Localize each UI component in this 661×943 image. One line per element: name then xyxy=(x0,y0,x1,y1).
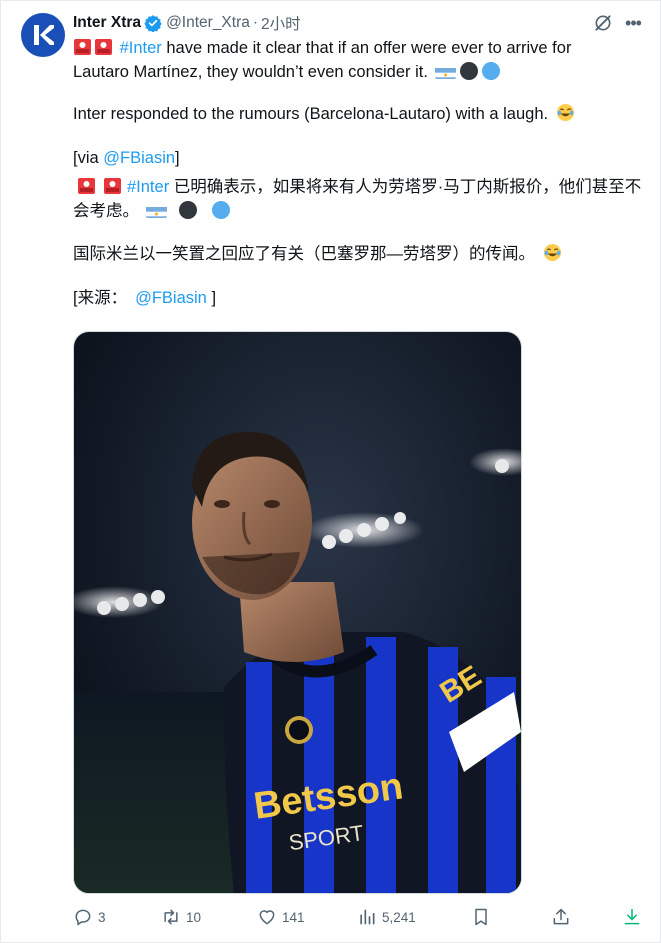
tweet-text: Inter responded to the rumours (Barcelon… xyxy=(73,105,549,123)
tweet-text: ] xyxy=(175,149,180,167)
tweet-text: 已明确表示，如果将来有人为劳塔罗·马丁内斯报价，他们甚至不 xyxy=(169,178,642,196)
tweet-text-line: 会考虑。 xyxy=(73,199,653,223)
laughing-emoji xyxy=(556,103,575,122)
siren-emoji xyxy=(77,177,96,195)
blue-circle-emoji xyxy=(481,62,500,80)
tweet-text: Lautaro Martínez, they wouldn’t even con… xyxy=(73,63,428,81)
black-circle-emoji xyxy=(459,62,478,80)
download-icon xyxy=(624,908,640,925)
tweet-text: [来源： xyxy=(73,289,128,307)
avatar-logo-icon xyxy=(34,25,54,45)
like-count: 141 xyxy=(282,909,305,925)
share-button[interactable] xyxy=(551,905,576,929)
grok-icon[interactable] xyxy=(593,13,613,33)
share-icon xyxy=(553,908,569,925)
siren-emoji xyxy=(103,177,122,195)
tweet-text-line: 国际米兰以一笑置之回应了有关（巴塞罗那—劳塔罗）的传闻。 xyxy=(73,242,653,266)
repost-count: 10 xyxy=(186,909,202,925)
tweet-time[interactable]: 2小时 xyxy=(261,12,301,34)
download-button[interactable] xyxy=(622,905,647,929)
more-icon[interactable]: ••• xyxy=(622,12,644,34)
blue-circle-emoji xyxy=(211,201,230,219)
tweet-header: Inter Xtra @Inter_Xtra · 2小时 xyxy=(73,12,301,34)
like-icon xyxy=(259,910,275,925)
tweet-text-line: [via @FBiasin] xyxy=(73,146,653,170)
siren-emoji xyxy=(73,38,92,56)
mention-link[interactable]: @FBiasin xyxy=(135,289,207,307)
argentina-flag-emoji xyxy=(434,65,456,79)
tweet-text: ] xyxy=(206,289,217,307)
author-handle[interactable]: @Inter_Xtra xyxy=(166,14,250,32)
tweet-actions: 3 10 141 5,241 xyxy=(73,905,653,929)
views-button[interactable]: 5,241 xyxy=(357,905,416,929)
header-separator: · xyxy=(252,14,259,31)
black-circle-emoji xyxy=(179,201,198,219)
tweet-text-line: Lautaro Martínez, they wouldn’t even con… xyxy=(73,60,653,84)
tweet-text: have made it clear that if an offer were… xyxy=(161,39,572,57)
argentina-flag-emoji xyxy=(145,204,167,218)
verified-icon xyxy=(144,15,162,32)
like-button[interactable]: 141 xyxy=(257,905,305,929)
reply-icon xyxy=(75,909,91,926)
tweet-text: 会考虑。 xyxy=(73,202,139,220)
tweet-text: 国际米兰以一笑置之回应了有关（巴塞罗那—劳塔罗）的传闻。 xyxy=(73,245,535,263)
tweet-photo[interactable]: Betsson SPORT BE xyxy=(73,331,522,894)
hashtag-link[interactable]: #Inter xyxy=(127,178,169,196)
player-photo: Betsson SPORT BE xyxy=(74,332,521,893)
tweet-text: [via xyxy=(73,149,104,167)
author-name[interactable]: Inter Xtra xyxy=(73,14,141,32)
mention-link[interactable]: @FBiasin xyxy=(103,149,175,167)
siren-emoji xyxy=(94,38,113,56)
tweet-text-line: [来源： @FBiasin ] xyxy=(73,286,653,310)
tweet-text-line: #Inter have made it clear that if an off… xyxy=(73,36,653,60)
reply-count: 3 xyxy=(98,909,106,925)
tweet-text-line: #Inter 已明确表示，如果将来有人为劳塔罗·马丁内斯报价，他们甚至不 xyxy=(73,175,653,199)
views-icon xyxy=(360,909,375,925)
reply-button[interactable]: 3 xyxy=(73,905,106,929)
hashtag-link[interactable]: #Inter xyxy=(120,39,162,57)
laughing-emoji xyxy=(543,243,562,262)
avatar[interactable] xyxy=(21,13,65,57)
views-count: 5,241 xyxy=(382,909,416,925)
bookmark-icon xyxy=(475,908,487,926)
tweet-text-line: Inter responded to the rumours (Barcelon… xyxy=(73,102,653,126)
bookmark-button[interactable] xyxy=(471,905,496,929)
repost-icon xyxy=(164,909,178,925)
repost-button[interactable]: 10 xyxy=(161,905,201,929)
